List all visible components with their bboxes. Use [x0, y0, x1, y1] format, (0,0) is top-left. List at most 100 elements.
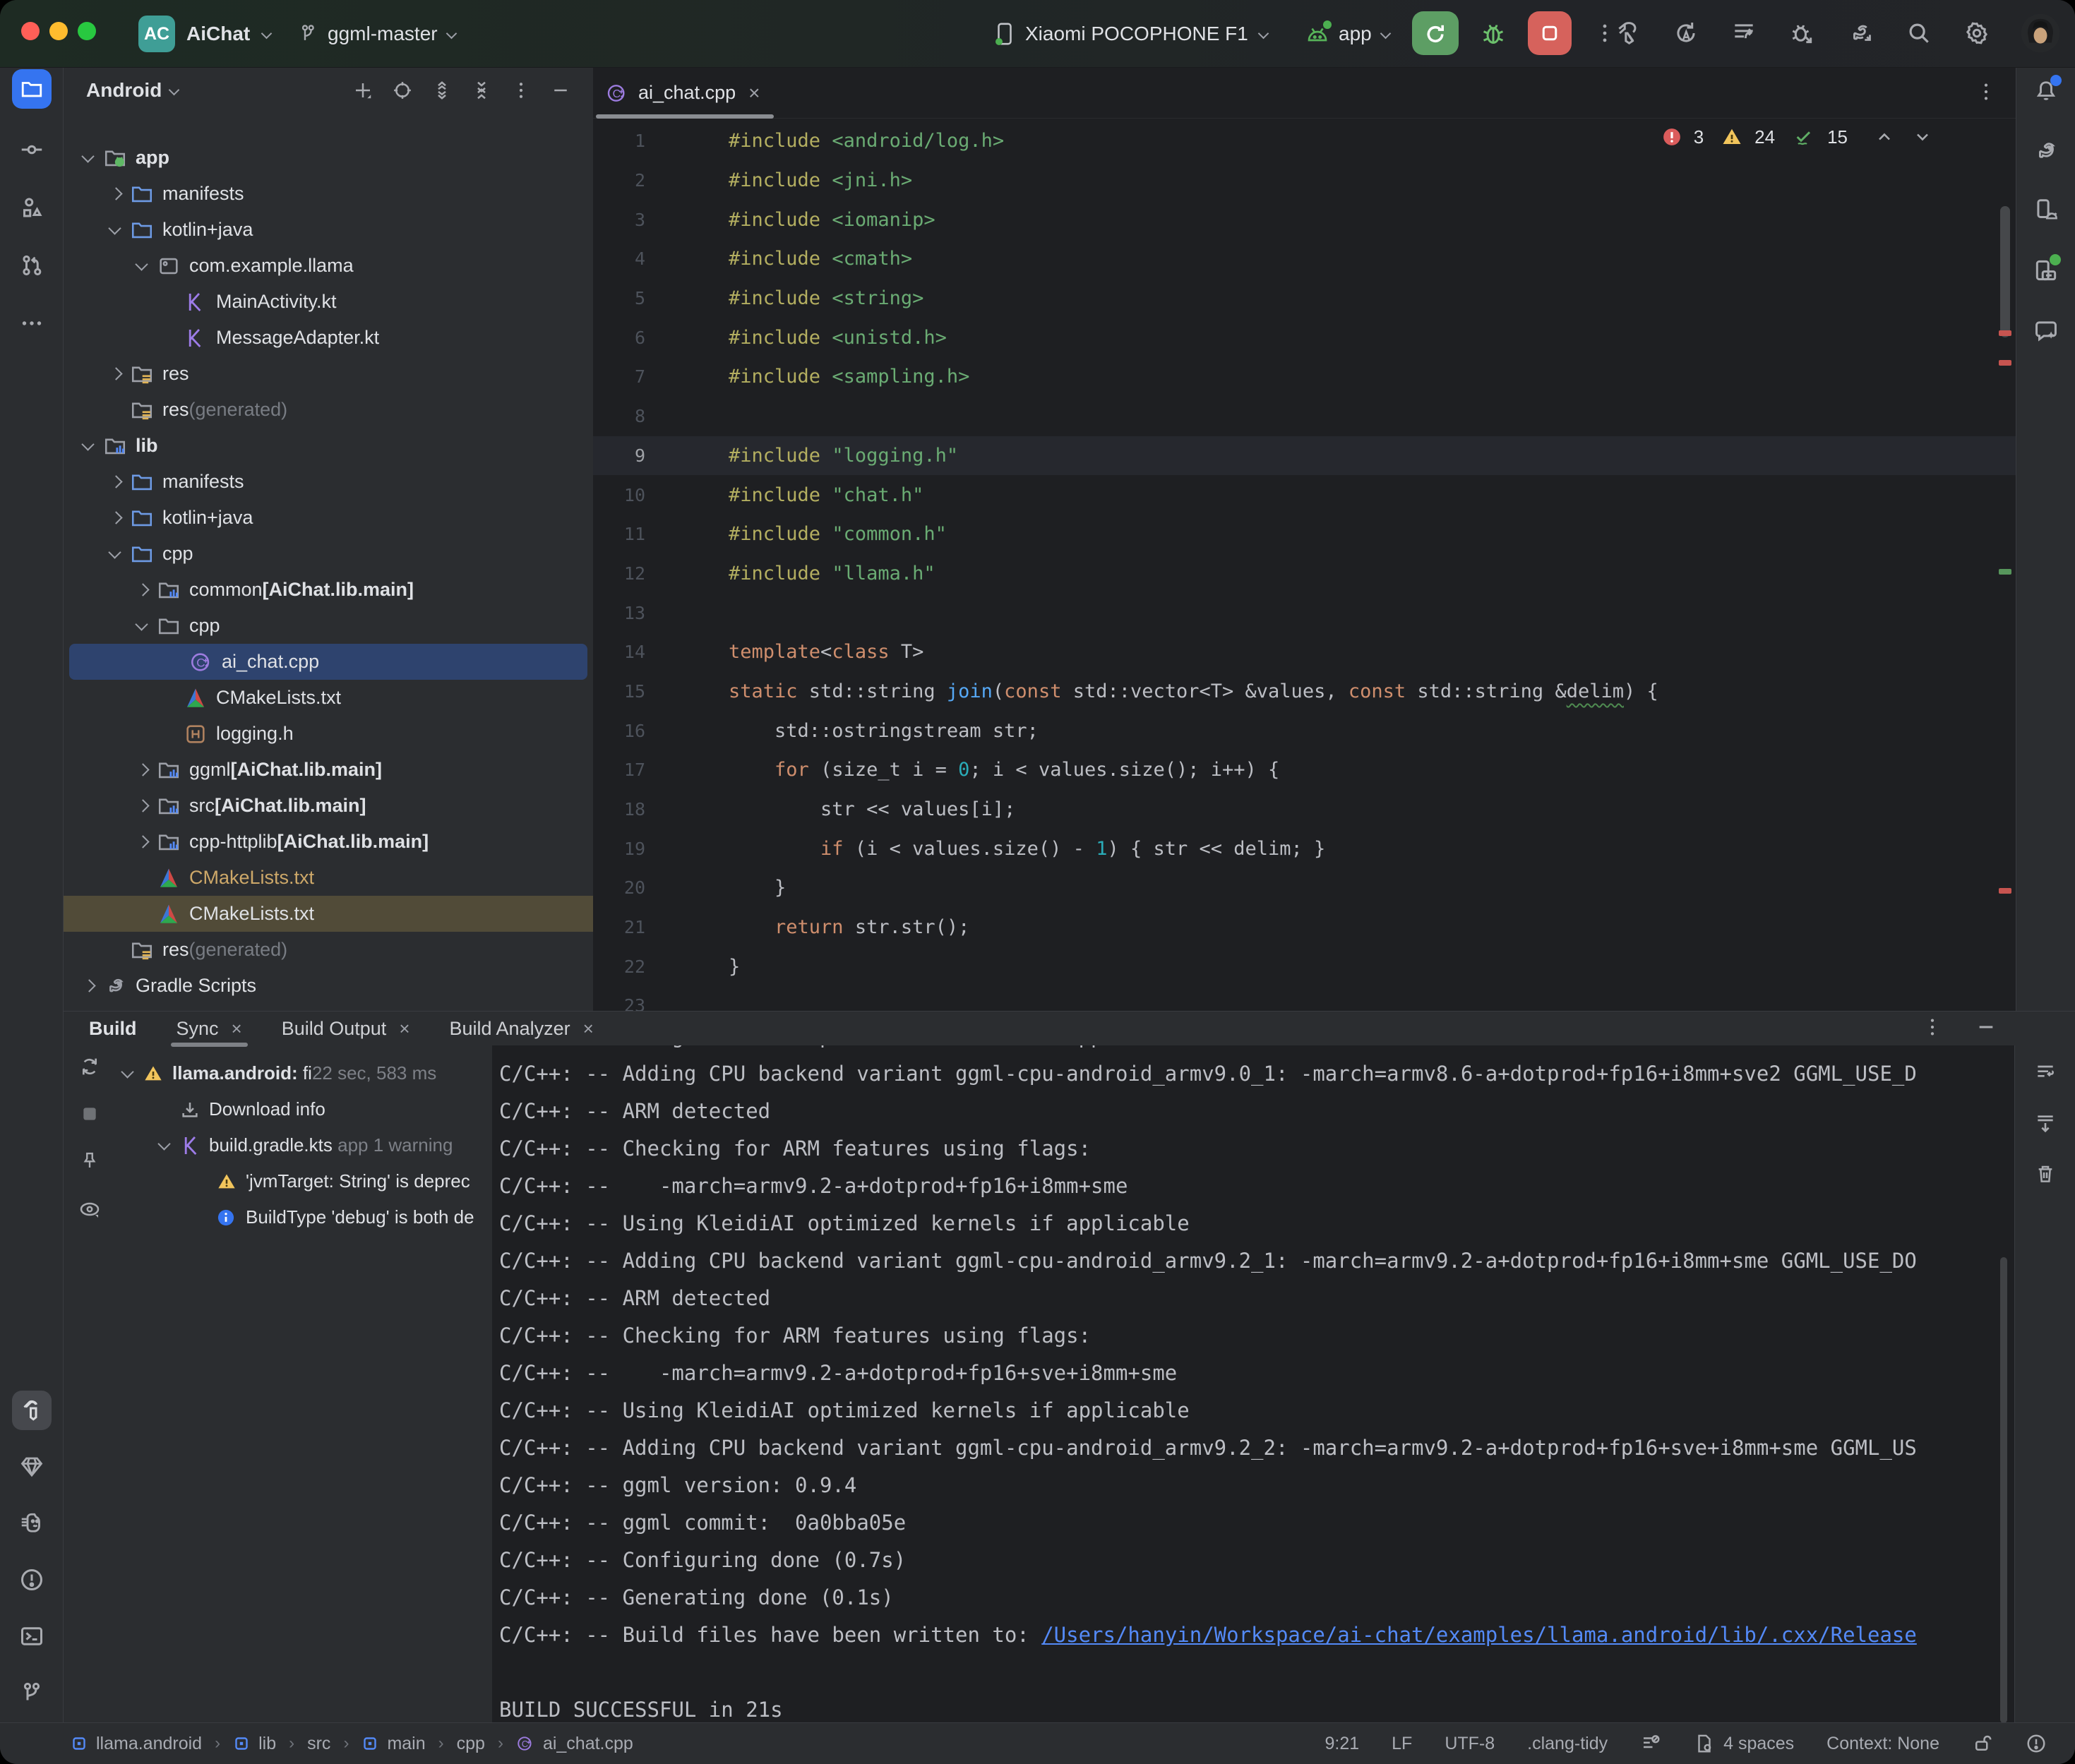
line-number[interactable]: 3 [593, 210, 672, 230]
indent-config[interactable]: 4 spaces [1694, 1733, 1794, 1754]
build-project-icon[interactable] [1615, 20, 1642, 47]
build-tab-sync[interactable]: Sync× [177, 1012, 242, 1045]
line-number[interactable]: 14 [593, 642, 672, 662]
settings-gear-icon[interactable] [1963, 20, 1990, 47]
tree-item-cpp[interactable]: cpp [64, 536, 593, 572]
tree-item-cpp[interactable]: cpp [64, 608, 593, 644]
tab-close-icon[interactable]: × [232, 1018, 242, 1040]
tree-item-com-example-llama[interactable]: com.example.llama [64, 248, 593, 284]
project-selector[interactable]: AC AiChat [138, 16, 273, 52]
code-line-14[interactable]: 14template<class T> [593, 632, 2016, 672]
pull-requests-tool-icon[interactable] [12, 246, 52, 285]
attach-debugger-icon[interactable] [1788, 20, 1815, 47]
code-line-9[interactable]: 9#include "logging.h" [593, 436, 2016, 476]
console-scrollbar[interactable] [2000, 1257, 2007, 1723]
show-details-eye-icon[interactable] [78, 1198, 101, 1220]
tree-chevron-icon[interactable] [130, 832, 157, 853]
line-number[interactable]: 17 [593, 760, 672, 780]
error-stripe-mark[interactable] [1999, 360, 2011, 366]
tree-item-cmakelists-txt[interactable]: CMakeLists.txt [64, 896, 593, 932]
tree-item-kotlin-java[interactable]: kotlin+java [64, 212, 593, 248]
ai-context[interactable]: Context: None [1826, 1734, 1939, 1754]
line-separator[interactable]: LF [1392, 1734, 1412, 1754]
hide-build-panel-icon[interactable] [1975, 1016, 1997, 1038]
tree-item-cmakelists-txt[interactable]: CMakeLists.txt [64, 680, 593, 716]
more-tools-icon[interactable] [12, 304, 52, 343]
code-line-7[interactable]: 7#include <sampling.h> [593, 357, 2016, 397]
maximize-window-button[interactable] [78, 22, 96, 40]
tree-chevron-icon[interactable] [103, 544, 130, 565]
code-line-2[interactable]: 2#include <jni.h> [593, 161, 2016, 200]
gradle-sync-icon[interactable] [1846, 20, 1874, 47]
expand-all-icon[interactable] [422, 80, 462, 101]
code-area[interactable]: 1#include <android/log.h>2#include <jni.… [593, 121, 2016, 1011]
console-path-link[interactable]: /Users/hanyin/Workspace/ai-chat/examples… [1041, 1623, 1917, 1647]
code-line-18[interactable]: 18 str << values[i]; [593, 790, 2016, 829]
tree-chevron-icon[interactable] [130, 760, 157, 781]
caret-position[interactable]: 9:21 [1324, 1734, 1359, 1754]
tree-chevron-icon[interactable] [130, 256, 157, 277]
tree-chevron-icon[interactable] [130, 580, 157, 601]
tree-chevron-icon[interactable] [76, 436, 103, 457]
line-number[interactable]: 1 [593, 131, 672, 151]
tree-chevron-icon[interactable] [103, 508, 130, 529]
tree-item-manifests[interactable]: manifests [64, 464, 593, 500]
build-tree-item[interactable]: Download info [116, 1091, 492, 1127]
tree-chevron-icon[interactable] [103, 364, 130, 385]
line-number[interactable]: 9 [593, 445, 672, 466]
code-line-11[interactable]: 11#include "common.h" [593, 515, 2016, 554]
clear-console-trash-icon[interactable] [2034, 1163, 2057, 1185]
inspections-toggle-icon[interactable] [1640, 1733, 1661, 1754]
tree-chevron-icon[interactable] [76, 148, 103, 169]
tab-close-icon[interactable]: × [399, 1018, 409, 1040]
run-tasks-icon[interactable] [1730, 20, 1757, 47]
tree-chevron-icon[interactable] [103, 472, 130, 493]
line-number[interactable]: 20 [593, 877, 672, 898]
editor-scrollbar[interactable] [2000, 206, 2010, 337]
tab-close-icon[interactable]: × [583, 1018, 594, 1040]
commit-tool-icon[interactable] [12, 130, 52, 169]
quality-insights-tool-icon[interactable] [12, 1447, 52, 1487]
line-number[interactable]: 12 [593, 563, 672, 584]
tree-item-app[interactable]: app [64, 140, 593, 176]
notifications-bell-icon[interactable] [2026, 71, 2066, 110]
problems-tool-icon[interactable] [12, 1560, 52, 1600]
project-options-kebab-icon[interactable] [501, 80, 541, 101]
tree-item-ai-chat-cpp[interactable]: Cai_chat.cpp [69, 644, 587, 680]
line-number[interactable]: 6 [593, 328, 672, 348]
gemini-chat-tool-icon[interactable] [2026, 311, 2066, 350]
tree-chevron-icon[interactable] [103, 220, 130, 241]
tree-item-ggml[interactable]: ggml [AiChat.lib.main] [64, 752, 593, 788]
tab-ai-chat-cpp[interactable]: C ai_chat.cpp × [593, 68, 777, 119]
code-line-17[interactable]: 17 for (size_t i = 0; i < values.size();… [593, 750, 2016, 790]
line-number[interactable]: 5 [593, 288, 672, 308]
tree-chevron-icon[interactable] [103, 184, 130, 205]
tree-chevron-icon[interactable] [116, 1063, 143, 1084]
build-tree-item[interactable]: llama.android: fi22 sec, 583 ms [116, 1055, 492, 1091]
tab-close-icon[interactable]: × [748, 82, 760, 104]
structure-tool-icon[interactable] [12, 188, 52, 227]
line-number[interactable]: 2 [593, 170, 672, 191]
select-opened-file-icon[interactable] [383, 80, 422, 101]
tree-item-messageadapter-kt[interactable]: MessageAdapter.kt [64, 320, 593, 356]
tree-item-kotlin-java[interactable]: kotlin+java [64, 500, 593, 536]
line-number[interactable]: 7 [593, 366, 672, 387]
error-stripe-mark[interactable] [1999, 330, 2011, 336]
unlock-icon[interactable] [1972, 1733, 1993, 1754]
build-options-kebab-icon[interactable] [1921, 1016, 1944, 1038]
notifications-status-icon[interactable] [2026, 1733, 2047, 1754]
tree-item-mainactivity-kt[interactable]: MainActivity.kt [64, 284, 593, 320]
sync-project-icon[interactable] [1673, 20, 1699, 47]
breadcrumb-lib[interactable]: lib [233, 1734, 276, 1754]
suspend-icon[interactable] [80, 1105, 99, 1123]
device-manager-tool-icon[interactable] [2026, 191, 2066, 230]
breadcrumb-cpp[interactable]: cpp [457, 1734, 485, 1754]
code-line-16[interactable]: 16 std::ostringstream str; [593, 711, 2016, 750]
tree-chevron-icon[interactable] [76, 976, 103, 997]
more-actions-kebab-icon[interactable] [1593, 21, 1617, 45]
vcs-tool-icon[interactable] [12, 1673, 52, 1712]
tree-chevron-icon[interactable] [130, 616, 157, 637]
line-number[interactable]: 23 [593, 995, 672, 1011]
terminal-tool-icon[interactable] [12, 1616, 52, 1656]
collapse-all-icon[interactable] [462, 80, 501, 101]
